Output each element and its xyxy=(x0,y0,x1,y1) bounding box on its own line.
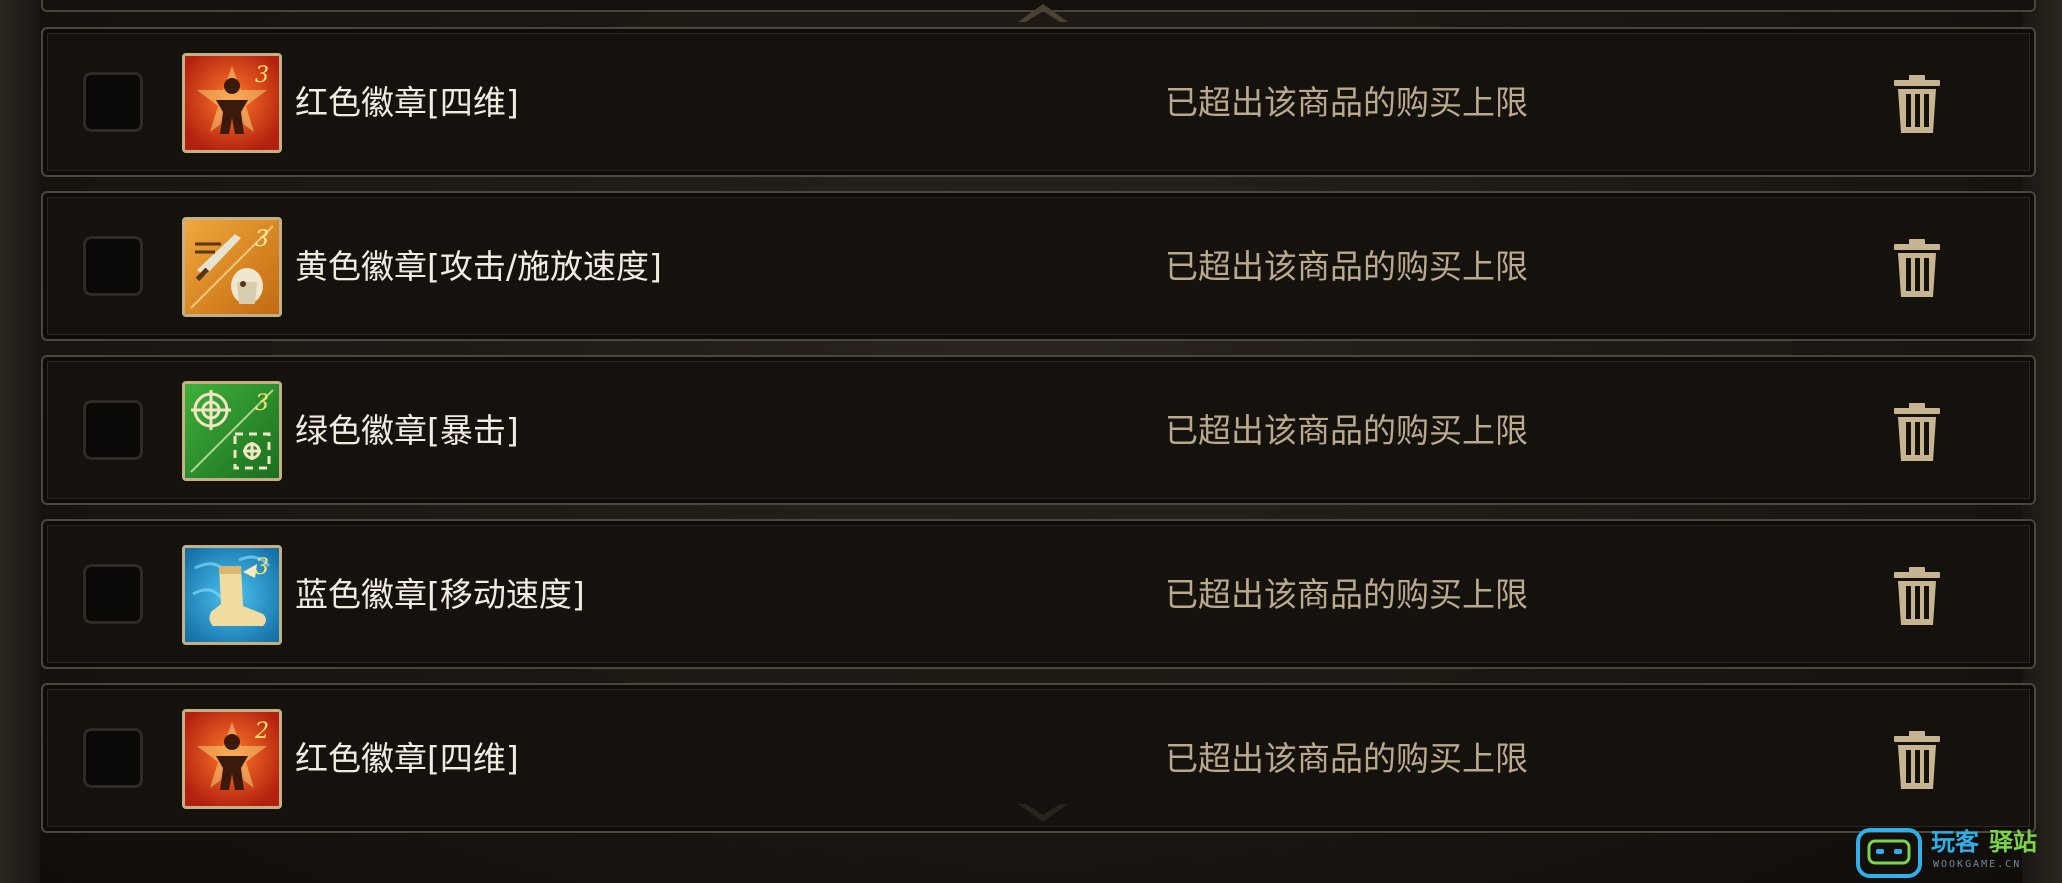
delete-trash-icon[interactable] xyxy=(1890,73,1944,135)
purchase-limit-status: 已超出该商品的购买上限 xyxy=(1165,739,1528,778)
watermark-brand-part2: 驿站 xyxy=(1989,828,2037,856)
cart-item-list: 3 红色徽章[四维] 已超出该商品的购买上限 3 黄色徽章[攻击/施放速度] 已… xyxy=(41,27,2036,847)
purchase-limit-status: 已超出该商品的购买上限 xyxy=(1165,247,1528,286)
red-emblem-stats-icon: 2 xyxy=(182,709,282,809)
item-name: 黄色徽章[攻击/施放速度] xyxy=(295,247,662,286)
item-select-checkbox[interactable] xyxy=(83,728,143,788)
watermark: 玩客 驿站 WOOKGAME.CN xyxy=(1855,825,2055,881)
item-name: 绿色徽章[暴击] xyxy=(295,411,519,450)
cart-item-row: 3 黄色徽章[攻击/施放速度] 已超出该商品的购买上限 xyxy=(41,191,2036,341)
watermark-domain: WOOKGAME.CN xyxy=(1933,859,2022,870)
red-emblem-stats-icon: 3 xyxy=(182,53,282,153)
item-select-checkbox[interactable] xyxy=(83,564,143,624)
scroll-up-icon[interactable] xyxy=(1012,0,1074,26)
purchase-limit-status: 已超出该商品的购买上限 xyxy=(1165,575,1528,614)
purchase-limit-status: 已超出该商品的购买上限 xyxy=(1165,411,1528,450)
yellow-emblem-speed-icon: 3 xyxy=(182,217,282,317)
cart-item-row: 3 绿色徽章[暴击] 已超出该商品的购买上限 xyxy=(41,355,2036,505)
cart-panel: 3 红色徽章[四维] 已超出该商品的购买上限 3 黄色徽章[攻击/施放速度] 已… xyxy=(0,0,2062,883)
delete-trash-icon[interactable] xyxy=(1890,237,1944,299)
delete-trash-icon[interactable] xyxy=(1890,729,1944,791)
delete-trash-icon[interactable] xyxy=(1890,401,1944,463)
scroll-down-icon[interactable] xyxy=(1012,800,1074,826)
svg-text:3: 3 xyxy=(255,63,269,88)
purchase-limit-status: 已超出该商品的购买上限 xyxy=(1165,83,1528,122)
svg-text:2: 2 xyxy=(254,719,269,744)
item-name: 红色徽章[四维] xyxy=(295,739,519,778)
watermark-brand: 玩客 驿站 xyxy=(1931,827,2037,857)
cart-item-row: 3 红色徽章[四维] 已超出该商品的购买上限 xyxy=(41,27,2036,177)
svg-text:3: 3 xyxy=(255,555,269,580)
blue-emblem-movespeed-icon: 3 xyxy=(182,545,282,645)
item-select-checkbox[interactable] xyxy=(83,400,143,460)
item-select-checkbox[interactable] xyxy=(83,72,143,132)
cart-item-row: 3 蓝色徽章[移动速度] 已超出该商品的购买上限 xyxy=(41,519,2036,669)
svg-text:3: 3 xyxy=(255,227,269,252)
svg-text:3: 3 xyxy=(255,391,269,416)
item-name: 红色徽章[四维] xyxy=(295,83,519,122)
item-name: 蓝色徽章[移动速度] xyxy=(295,575,585,614)
green-emblem-crit-icon: 3 xyxy=(182,381,282,481)
watermark-logo-icon xyxy=(1856,828,1922,878)
delete-trash-icon[interactable] xyxy=(1890,565,1944,627)
panel-frame-left xyxy=(0,0,40,883)
item-select-checkbox[interactable] xyxy=(83,236,143,296)
watermark-brand-part1: 玩客 xyxy=(1931,828,1979,856)
